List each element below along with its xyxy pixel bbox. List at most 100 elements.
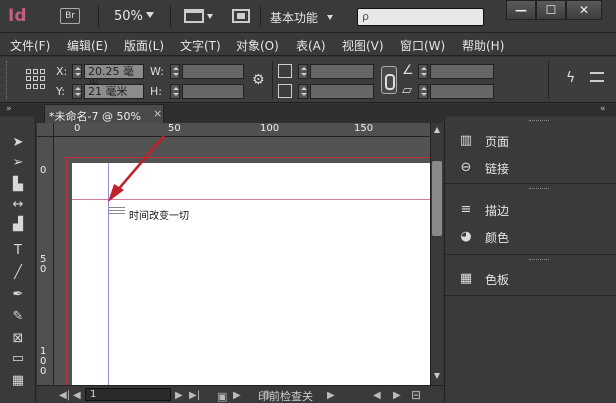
control-menu-icon[interactable] (590, 72, 604, 82)
next-page-icon[interactable]: ▶ (175, 390, 183, 401)
w-field[interactable] (182, 64, 244, 79)
rotate-icon: ∠ (402, 63, 414, 78)
split-layout-icon[interactable]: ⊟ (411, 388, 421, 402)
scale-x-stepper[interactable] (298, 64, 308, 79)
selection-tool-icon[interactable]: ➤ (9, 135, 27, 151)
scale-y-stepper[interactable] (298, 84, 308, 99)
panel-stroke[interactable]: ≡ 描边 (457, 200, 607, 220)
menu-type[interactable]: 文字(T) (180, 37, 221, 54)
close-tab-icon[interactable]: × (153, 107, 162, 120)
shear-stepper[interactable] (418, 84, 428, 99)
chevron-down-icon[interactable] (327, 15, 333, 20)
page-tool-icon[interactable]: ▙ (9, 177, 27, 193)
rectangle-tool-icon[interactable]: ▭ (9, 351, 27, 367)
panel-label: 页面 (485, 135, 510, 149)
quick-apply-icon[interactable]: ϟ (566, 70, 575, 86)
h-stepper[interactable] (170, 84, 180, 99)
chevron-down-icon[interactable] (207, 14, 213, 19)
panel-group-grip[interactable] (445, 187, 616, 191)
menu-table[interactable]: 表(A) (296, 37, 326, 54)
divider (272, 61, 273, 99)
open-page-icon[interactable]: ▣ (217, 390, 227, 403)
panel-color[interactable]: ◕ 颜色 (457, 227, 607, 247)
workspace-switcher[interactable]: 基本功能 (270, 9, 318, 26)
close-button[interactable]: ✕ (566, 0, 602, 20)
rectangle-frame-tool-icon[interactable]: ⊠ (9, 331, 27, 347)
pen-tool-icon[interactable]: ✒ (9, 287, 27, 303)
rotate-stepper[interactable] (418, 64, 428, 79)
panel-swatches[interactable]: ▦ 色板 (457, 269, 607, 289)
panel-label: 链接 (485, 162, 510, 176)
zoom-dropdown-icon[interactable] (146, 12, 154, 18)
view-options-icon[interactable] (184, 9, 204, 23)
constrain-proportions-icon[interactable]: ⚙ (252, 72, 265, 88)
menu-help[interactable]: 帮助(H) (462, 37, 504, 54)
constrain-scale-icon[interactable] (381, 66, 397, 94)
divider (260, 6, 261, 27)
indesign-window: Id Br 50% 基本功能 ρ — ☐ ✕ 文件(F) 编辑(E) 版面(L)… (0, 0, 616, 403)
x-label: X: (56, 65, 68, 78)
zoom-level[interactable]: 50% (114, 9, 143, 24)
menu-view[interactable]: 视图(V) (342, 37, 384, 54)
prev-page-icon[interactable]: ◀ (73, 390, 81, 401)
x-field[interactable]: 20.25 毫米 (84, 64, 144, 91)
h-field[interactable] (182, 84, 244, 99)
swatches-icon: ▦ (459, 271, 473, 286)
first-page-icon[interactable]: ◀| (59, 390, 70, 401)
divider (98, 6, 99, 27)
panel-group-grip[interactable] (445, 258, 616, 262)
scroll-up-icon[interactable] (434, 127, 440, 133)
panel-grip[interactable] (6, 61, 10, 99)
expand-tools-icon[interactable]: » (6, 104, 12, 114)
scroll-down-icon[interactable] (434, 373, 440, 379)
direct-selection-tool-icon[interactable]: ➢ (9, 155, 27, 171)
y-stepper[interactable] (72, 84, 82, 99)
page-number-field[interactable]: 1 (85, 388, 171, 401)
y-field[interactable]: 21 毫米 (84, 84, 144, 99)
pencil-tool-icon[interactable]: ✎ (9, 309, 27, 325)
scissors-tool-icon[interactable]: ▦ (9, 373, 27, 389)
preflight-label[interactable]: 印前检查关 (258, 388, 313, 403)
menu-window[interactable]: 窗口(W) (400, 37, 445, 54)
menu-edit[interactable]: 编辑(E) (67, 37, 108, 54)
bridge-button[interactable]: Br (60, 8, 80, 24)
last-page-icon[interactable]: ▶| (189, 390, 200, 401)
line-tool-icon[interactable]: ╱ (9, 265, 27, 281)
scale-y-field[interactable] (310, 84, 374, 99)
scroll-left-icon[interactable]: ◀ (373, 390, 381, 401)
search-input[interactable]: ρ (357, 8, 484, 26)
panel-group-stroke-color: ≡ 描边 ◕ 颜色 (445, 185, 616, 255)
ruler-origin[interactable] (37, 123, 54, 137)
panel-label: 颜色 (485, 231, 510, 245)
w-stepper[interactable] (170, 64, 180, 79)
shear-icon: ▱ (402, 83, 412, 98)
menu-file[interactable]: 文件(F) (10, 37, 50, 54)
panel-group-grip[interactable] (445, 119, 616, 123)
scroll-thumb[interactable] (432, 161, 442, 236)
gap-tool-icon[interactable]: ↔ (9, 197, 27, 213)
shear-field[interactable] (430, 84, 494, 99)
ruler-tick-label: 100 (260, 123, 280, 134)
menu-layout[interactable]: 版面(L) (124, 37, 164, 54)
preflight-dropdown-icon[interactable]: ▶ (233, 390, 241, 401)
panel-links[interactable]: ⊖ 链接 (457, 158, 607, 178)
vertical-ruler[interactable]: 0 5 0 1 0 0 (37, 137, 54, 385)
screen-mode-icon[interactable] (232, 9, 250, 23)
content-collector-icon[interactable]: ▟ (9, 217, 27, 233)
divider (170, 6, 171, 27)
document-tab[interactable]: *未命名-7 @ 50% × (44, 104, 164, 123)
collapse-panels-icon[interactable]: « (600, 104, 606, 114)
menu-object[interactable]: 对象(O) (236, 37, 279, 54)
x-stepper[interactable] (72, 64, 82, 79)
panel-pages[interactable]: ▥ 页面 (457, 131, 607, 151)
type-tool-icon[interactable]: T (9, 243, 27, 259)
scale-x-field[interactable] (310, 64, 374, 79)
minimize-button[interactable]: — (506, 0, 536, 20)
menu-bar: 文件(F) 编辑(E) 版面(L) 文字(T) 对象(O) 表(A) 视图(V)… (0, 33, 616, 56)
vertical-scrollbar[interactable] (430, 123, 443, 385)
scroll-right-icon[interactable]: ▶ (393, 390, 401, 401)
preflight-menu-icon[interactable]: ▶ (327, 390, 335, 401)
rotate-field[interactable] (430, 64, 494, 79)
restore-button[interactable]: ☐ (536, 0, 566, 20)
reference-point-icon[interactable] (26, 69, 46, 89)
